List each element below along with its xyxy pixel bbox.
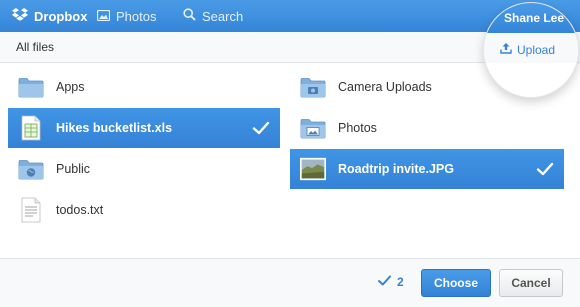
user-name-label[interactable]: Shane Lee bbox=[504, 11, 564, 25]
image-thumbnail bbox=[300, 156, 326, 182]
text-file-icon bbox=[18, 197, 44, 223]
upload-icon bbox=[500, 42, 512, 57]
public-folder-icon bbox=[18, 156, 44, 182]
folder-icon bbox=[18, 74, 44, 100]
file-item-photos[interactable]: Photos bbox=[290, 108, 564, 148]
cancel-button[interactable]: Cancel bbox=[499, 269, 563, 297]
selected-count-label: 2 bbox=[397, 275, 404, 289]
file-name: todos.txt bbox=[56, 203, 104, 217]
checkmark-icon bbox=[252, 119, 270, 137]
file-name: Photos bbox=[338, 121, 377, 135]
nav-search[interactable]: Search bbox=[183, 0, 243, 32]
file-item-hikes-bucketlist[interactable]: Hikes bucketlist.xls bbox=[8, 108, 280, 148]
magnifier-top-bar: Shane Lee bbox=[484, 3, 578, 33]
upload-label: Upload bbox=[517, 42, 556, 57]
file-name: Camera Uploads bbox=[338, 80, 432, 94]
file-name: Roadtrip invite.JPG bbox=[338, 162, 454, 176]
nav-dropbox-label: Dropbox bbox=[34, 8, 88, 24]
photos-folder-icon bbox=[300, 115, 326, 141]
file-grid: Apps Camera Uploads Hikes bucketlist.xls… bbox=[0, 62, 580, 262]
nav-photos[interactable]: Photos bbox=[96, 0, 157, 32]
file-name: Hikes bucketlist.xls bbox=[56, 121, 173, 135]
nav-dropbox[interactable]: Dropbox bbox=[12, 0, 87, 32]
checkmark-icon bbox=[378, 275, 391, 289]
file-item-apps[interactable]: Apps bbox=[8, 67, 280, 107]
file-chooser-window: Dropbox Photos Search All files Shane Le… bbox=[0, 0, 580, 307]
upload-magnifier: Shane Lee Upload bbox=[483, 2, 579, 98]
file-item-todos[interactable]: todos.txt bbox=[8, 190, 280, 230]
footer-bar: 2 Choose Cancel bbox=[0, 258, 580, 307]
camera-folder-icon bbox=[300, 74, 326, 100]
file-name: Public bbox=[56, 162, 91, 176]
file-name: Apps bbox=[56, 80, 85, 94]
file-item-public[interactable]: Public bbox=[8, 149, 280, 189]
nav-photos-label: Photos bbox=[116, 8, 157, 24]
search-icon bbox=[183, 8, 196, 24]
file-item-roadtrip-invite[interactable]: Roadtrip invite.JPG bbox=[290, 149, 564, 189]
nav-search-label: Search bbox=[202, 8, 244, 24]
dropbox-icon bbox=[12, 7, 28, 25]
breadcrumb[interactable]: All files bbox=[16, 32, 54, 62]
checkmark-icon bbox=[536, 160, 554, 178]
photos-icon bbox=[96, 9, 111, 24]
upload-button[interactable]: Upload bbox=[500, 42, 555, 57]
spreadsheet-icon bbox=[18, 115, 44, 141]
choose-button[interactable]: Choose bbox=[421, 269, 491, 297]
selected-count[interactable]: 2 bbox=[378, 275, 404, 289]
